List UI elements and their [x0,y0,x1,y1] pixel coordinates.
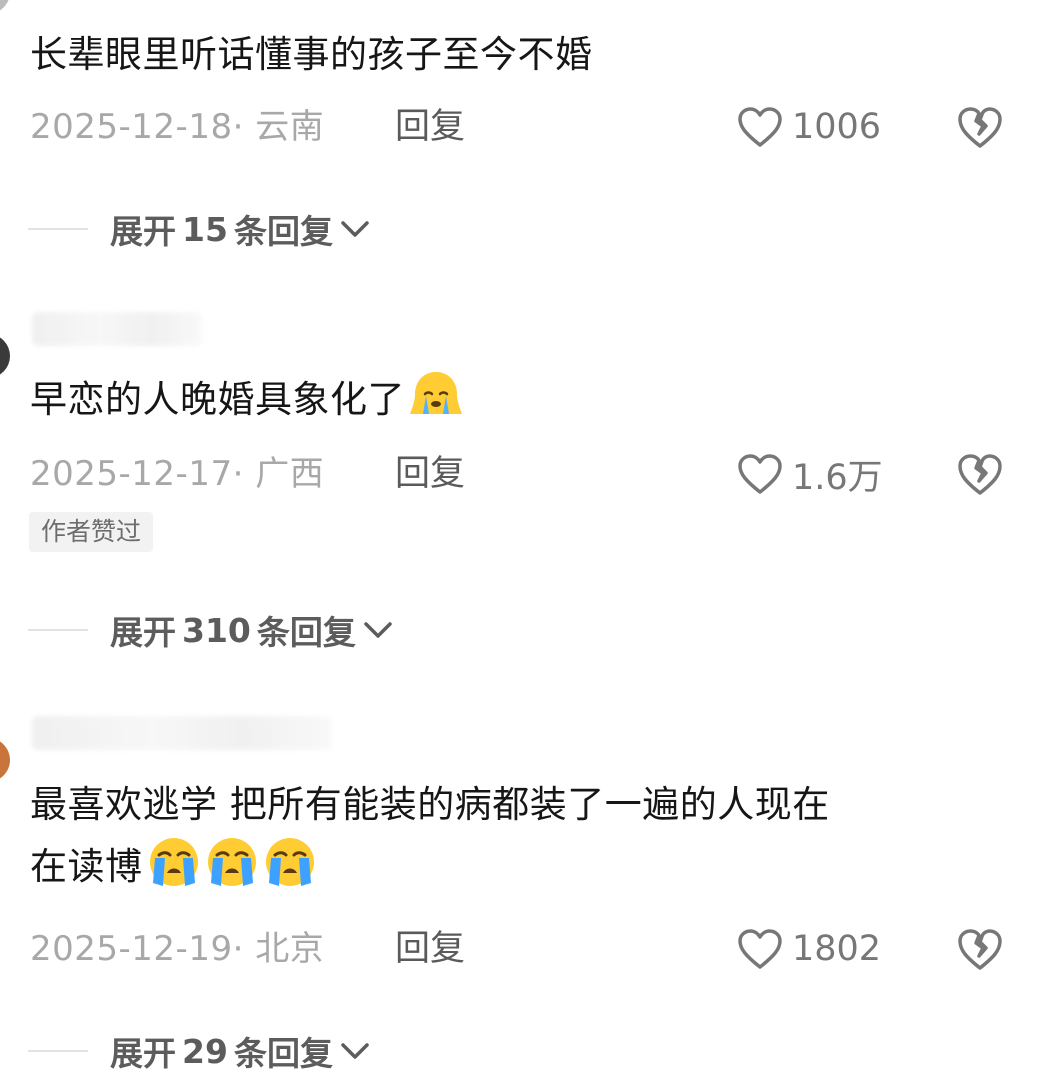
comment-item: 最喜欢逃学 把所有能装的病都装了一遍的人现在 在读博 2025-12-19· 北… [0,700,1054,1081]
reply-button[interactable]: 回复 [395,449,465,499]
expand-count: 310 [182,610,251,650]
reply-button[interactable]: 回复 [395,924,465,974]
comment-text: 早恋的人晚婚具象化了 [30,368,990,430]
loudly-crying-face-icon [207,838,256,886]
avatar[interactable] [0,738,10,782]
expand-suffix: 条回复 [233,212,333,251]
heart-outline-icon [738,454,782,494]
comment-meta: 2025-12-18· 云南 回复 1006 [30,102,1054,152]
comment-text: 最喜欢逃学 把所有能装的病都装了一遍的人现在 在读博 [30,774,990,897]
heart-outline-icon [738,107,782,147]
comment-text-line: 在读博 [30,835,990,897]
chevron-down-icon [341,1043,369,1059]
date-location: 2025-12-17· 广西 [30,454,325,494]
heart-outline-icon [738,929,782,969]
comment-text-body: 在读博 [30,845,143,888]
loudly-crying-face-icon [265,838,314,886]
expand-replies-button[interactable]: 展开 15 条回复 [28,204,371,254]
expand-suffix: 条回复 [233,1034,333,1073]
comment-text-body: 早恋的人晚婚具象化了 [30,378,405,421]
broken-heart-icon[interactable] [956,926,1004,972]
expand-replies-button[interactable]: 展开 310 条回复 [28,605,394,655]
date-location: 2025-12-19· 北京 [30,929,325,969]
comment-meta: 2025-12-17· 广西 回复 1.6万 [30,449,1054,499]
expand-replies-button[interactable]: 展开 29 条回复 [28,1026,371,1076]
avatar[interactable] [0,0,10,14]
broken-heart-icon[interactable] [956,104,1004,150]
comment-text-line: 最喜欢逃学 把所有能装的病都装了一遍的人现在 [30,783,830,826]
chevron-down-icon [341,221,369,237]
crying-face-icon [410,372,462,414]
chevron-down-icon [364,622,392,638]
reply-button[interactable]: 回复 [395,102,465,152]
like-count: 1006 [792,107,882,147]
comment-item: 早恋的人晚婚具象化了 2025-12-17· 广西 回复 1.6万 作者赞过 展… [0,300,1054,670]
like-count: 1.6万 [792,457,883,498]
expand-prefix: 展开 [110,212,176,251]
divider [28,1050,88,1052]
divider [28,629,88,631]
like-button[interactable]: 1.6万 [736,449,883,499]
comment-text: 长辈眼里听话懂事的孩子至今不婚 [30,33,593,76]
expand-count: 15 [182,209,228,249]
loudly-crying-face-icon [149,838,198,886]
comment-item: 长辈眼里听话懂事的孩子至今不婚 2025-12-18· 云南 回复 1006 展… [0,0,1054,270]
avatar[interactable] [0,334,10,378]
expand-count: 29 [182,1031,228,1071]
like-button[interactable]: 1006 [736,102,881,152]
expand-suffix: 条回复 [256,613,356,652]
divider [28,228,88,230]
expand-prefix: 展开 [110,1034,176,1073]
date-location: 2025-12-18· 云南 [30,107,325,147]
like-count: 1802 [792,929,882,969]
broken-heart-icon[interactable] [956,451,1004,497]
like-button[interactable]: 1802 [736,924,881,974]
expand-prefix: 展开 [110,613,176,652]
author-liked-badge: 作者赞过 [29,512,154,552]
username-blurred [32,716,332,750]
username-blurred [32,312,202,346]
comment-meta: 2025-12-19· 北京 回复 1802 [30,924,1054,974]
